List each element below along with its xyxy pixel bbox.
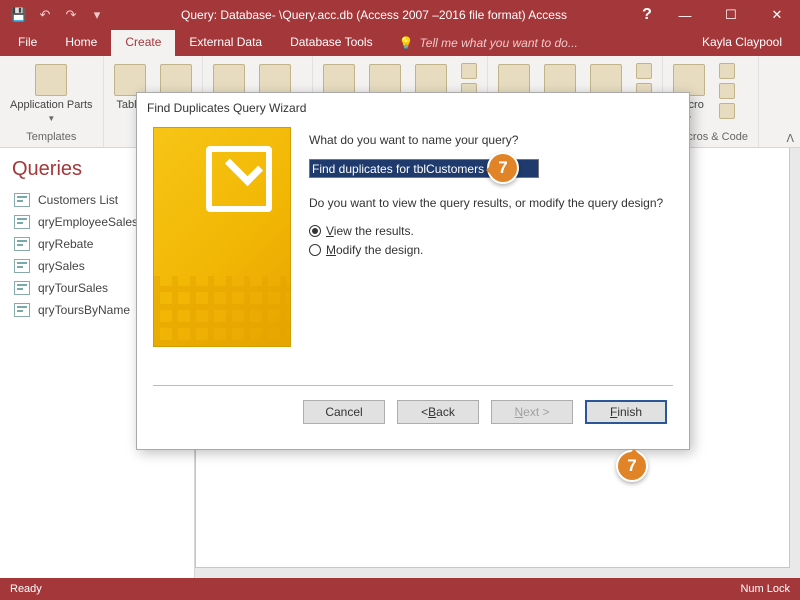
next-button: Next > xyxy=(491,400,573,424)
application-parts-label: Application Parts xyxy=(10,99,93,111)
option-modify-design[interactable]: Modify the design. xyxy=(309,243,673,257)
tab-database-tools[interactable]: Database Tools xyxy=(276,30,387,56)
undo-icon[interactable]: ↶ xyxy=(34,4,56,26)
option-view-results[interactable]: View the results. xyxy=(309,224,673,238)
collapse-ribbon-button[interactable]: ᐱ xyxy=(786,132,794,145)
module-button[interactable] xyxy=(715,62,739,80)
report-wizard-button[interactable] xyxy=(632,62,656,80)
maximize-button[interactable]: ☐ xyxy=(708,0,754,30)
query-icon xyxy=(14,259,30,273)
wizard-illustration xyxy=(153,127,291,347)
tab-external-data[interactable]: External Data xyxy=(175,30,276,56)
status-ready: Ready xyxy=(10,583,42,595)
radio-icon xyxy=(309,244,321,256)
close-button[interactable]: ✕ xyxy=(754,0,800,30)
lightbulb-icon: 💡 xyxy=(399,36,414,50)
status-numlock: Num Lock xyxy=(740,583,790,595)
report-wizard-icon xyxy=(636,63,652,79)
checkmark-icon xyxy=(225,148,263,186)
form-wizard-button[interactable] xyxy=(457,62,481,80)
application-parts-icon xyxy=(35,64,67,96)
query-icon xyxy=(14,237,30,251)
form-wizard-icon xyxy=(461,63,477,79)
query-icon xyxy=(14,303,30,317)
qat-customize-icon[interactable]: ▾ xyxy=(86,4,108,26)
dialog-buttons: Cancel < Back Next > Finish xyxy=(137,386,689,424)
cancel-button[interactable]: Cancel xyxy=(303,400,385,424)
status-bar: Ready Num Lock xyxy=(0,578,800,600)
callout-step-7-name: 7 xyxy=(487,152,519,184)
tell-me-search[interactable]: 💡 Tell me what you want to do... xyxy=(387,30,578,56)
tell-me-placeholder: Tell me what you want to do... xyxy=(420,36,578,50)
application-parts-button[interactable]: Application Parts ▼ xyxy=(6,62,97,125)
window-title: Query: Database- \Query.acc.db (Access 2… xyxy=(116,8,632,22)
query-icon xyxy=(14,215,30,229)
visual-basic-button[interactable] xyxy=(715,102,739,120)
finish-button[interactable]: Finish xyxy=(585,400,667,424)
radio-icon xyxy=(309,225,321,237)
dialog-title: Find Duplicates Query Wizard xyxy=(137,93,689,123)
minimize-button[interactable]: — xyxy=(662,0,708,30)
find-duplicates-wizard-dialog: Find Duplicates Query Wizard What do you… xyxy=(136,92,690,450)
module-icon xyxy=(719,63,735,79)
query-name-prompt: What do you want to name your query? xyxy=(309,133,673,147)
query-icon xyxy=(14,281,30,295)
tab-file[interactable]: File xyxy=(4,30,51,56)
view-modify-prompt: Do you want to view the query results, o… xyxy=(309,196,673,210)
window-controls: — ☐ ✕ xyxy=(662,0,800,30)
visual-basic-icon xyxy=(719,103,735,119)
ribbon-tabs: File Home Create External Data Database … xyxy=(0,30,800,56)
tab-create[interactable]: Create xyxy=(111,30,175,56)
callout-step-7-finish: 7 xyxy=(616,450,648,482)
chevron-down-icon: ▼ xyxy=(47,114,55,123)
redo-icon[interactable]: ↷ xyxy=(60,4,82,26)
group-templates-label: Templates xyxy=(6,131,97,145)
help-button[interactable]: ? xyxy=(632,0,662,30)
query-icon xyxy=(14,193,30,207)
user-name[interactable]: Kayla Claypool xyxy=(702,30,800,56)
class-module-button[interactable] xyxy=(715,82,739,100)
tab-home[interactable]: Home xyxy=(51,30,111,56)
quick-access-toolbar: 💾 ↶ ↷ ▾ xyxy=(0,4,116,26)
group-templates: Application Parts ▼ Templates xyxy=(0,56,104,147)
save-icon[interactable]: 💾 xyxy=(8,4,30,26)
back-button[interactable]: < Back xyxy=(397,400,479,424)
class-module-icon xyxy=(719,83,735,99)
titlebar: 💾 ↶ ↷ ▾ Query: Database- \Query.acc.db (… xyxy=(0,0,800,30)
